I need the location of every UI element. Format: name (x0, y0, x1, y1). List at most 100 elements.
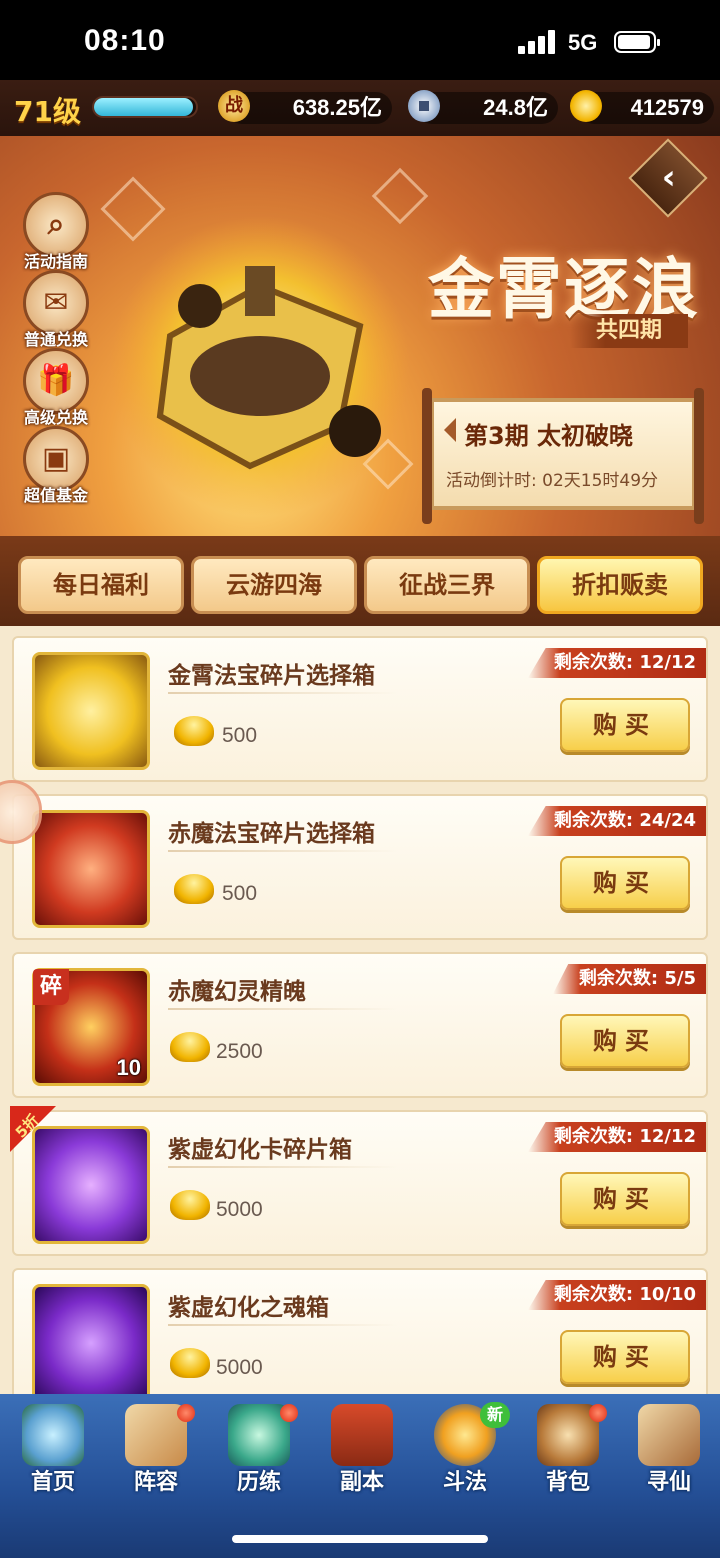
divider (168, 1166, 398, 1168)
buy-button[interactable]: 购买 (560, 1014, 690, 1068)
gold-ingot-icon (170, 1190, 210, 1220)
item-name: 赤魔幻灵精魄 (168, 979, 306, 1005)
buy-button[interactable]: 购买 (560, 1172, 690, 1226)
event-countdown: 活动倒计时: 02天15时49分 (446, 471, 659, 491)
nav-label: 副本 (339, 1470, 384, 1495)
fragment-badge: 碎 (33, 969, 69, 1005)
nav-formation[interactable]: 阵容 (105, 1394, 207, 1500)
list-item: 金霄法宝碎片选择箱 500 剩余次数: 12/12 购买 (12, 636, 708, 782)
coin-value: 24.8亿 (483, 95, 548, 120)
tab-bar: 每日福利 云游四海 征战三界 折扣贩卖 (0, 536, 720, 626)
divider (168, 1008, 398, 1010)
scroll-icon (638, 1404, 700, 1466)
gold-ingot-icon (174, 874, 214, 904)
coin-balance[interactable]: 24.8亿 (408, 90, 558, 124)
nav-label: 阵容 (133, 1470, 178, 1495)
nav-training[interactable]: 历练 (208, 1394, 310, 1500)
event-banner: ⌕ 活动指南 ✉ 普通兑换 🎁 高级兑换 ▣ 超值基金 ‹ 金霄逐浪 共四期 第… (0, 136, 720, 536)
gold-ingot-icon (174, 716, 214, 746)
guide-label: 活动指南 (23, 252, 88, 271)
nav-seek-immortal[interactable]: 寻仙 (618, 1394, 720, 1500)
bottom-nav: 首页 阵容 历练 副本 新 斗法 背包 寻仙 (0, 1394, 720, 1558)
shop-item-list: 金霄法宝碎片选择箱 500 剩余次数: 12/12 购买 赤魔法宝碎片选择箱 5… (0, 626, 720, 1394)
buy-button[interactable]: 购买 (560, 698, 690, 752)
battery-icon (614, 31, 660, 53)
signal-icon (518, 30, 556, 54)
nav-home[interactable]: 首页 (2, 1394, 104, 1500)
advanced-exchange-button[interactable]: 🎁 高级兑换 (20, 348, 92, 428)
combat-power: 战 638.25亿 (218, 90, 392, 124)
notification-dot (177, 1404, 195, 1422)
item-thumbnail[interactable] (32, 810, 150, 928)
remaining-count-badge: 剩余次数: 24/24 (527, 806, 706, 836)
gold-ingot-icon (170, 1032, 210, 1062)
nav-label: 斗法 (442, 1470, 487, 1495)
combat-power-value: 638.25亿 (292, 95, 382, 120)
nav-battle[interactable]: 新 斗法 (414, 1394, 516, 1500)
guide-button[interactable]: ⌕ 活动指南 (20, 192, 92, 272)
divider (168, 1324, 398, 1326)
ingot-value: 412579 (630, 95, 704, 120)
item-name: 赤魔法宝碎片选择箱 (168, 821, 375, 847)
status-bar: 08:10 5G (0, 0, 720, 80)
phase-prev-arrow-icon[interactable] (444, 418, 456, 442)
item-thumbnail[interactable]: 碎 10 (32, 968, 150, 1086)
item-price: 500 (222, 882, 258, 905)
tab-travel[interactable]: 云游四海 (191, 556, 357, 614)
advanced-exchange-label: 高级兑换 (23, 408, 88, 427)
gate-icon (331, 1404, 393, 1466)
divider (168, 850, 398, 852)
item-thumbnail[interactable] (32, 1284, 150, 1394)
event-subtitle: 共四期 (570, 314, 688, 348)
new-badge: 新 (480, 1402, 510, 1428)
value-fund-button[interactable]: ▣ 超值基金 (20, 426, 92, 506)
nav-label: 背包 (545, 1470, 590, 1495)
value-fund-label: 超值基金 (23, 486, 88, 505)
tab-campaign[interactable]: 征战三界 (364, 556, 530, 614)
home-mountain-icon (22, 1404, 84, 1466)
tab-discount-sale[interactable]: 折扣贩卖 (537, 556, 703, 614)
normal-exchange-button[interactable]: ✉ 普通兑换 (20, 270, 92, 350)
remaining-count-badge: 剩余次数: 12/12 (527, 1122, 706, 1152)
xp-bar-fill (94, 98, 193, 116)
nav-bag[interactable]: 背包 (517, 1394, 619, 1500)
network-type: 5G (568, 30, 598, 55)
list-item: 紫虚幻化之魂箱 5000 剩余次数: 10/10 购买 (12, 1268, 708, 1394)
ingot-balance[interactable]: 412579 (570, 90, 714, 124)
nav-label: 寻仙 (646, 1470, 691, 1495)
item-price: 5000 (216, 1198, 263, 1221)
phase-scroll: 第3期 太初破晓 活动倒计时: 02天15时49分 (422, 388, 704, 524)
item-thumbnail[interactable] (32, 652, 150, 770)
coin-icon (408, 90, 440, 122)
discount-badge: 5折 (10, 1106, 56, 1152)
buy-button[interactable]: 购买 (560, 1330, 690, 1384)
gold-ingot-icon (170, 1348, 210, 1378)
status-time: 08:10 (84, 24, 166, 57)
divider (168, 692, 398, 694)
nav-label: 首页 (30, 1470, 75, 1495)
list-item: 5折 紫虚幻化卡碎片箱 5000 剩余次数: 12/12 购买 (10, 1106, 708, 1256)
remaining-count-badge: 剩余次数: 5/5 (552, 964, 706, 994)
golden-treasure-artwork (110, 216, 410, 516)
player-level: 71级 (14, 95, 81, 128)
nav-label: 历练 (236, 1470, 281, 1495)
remaining-count-badge: 剩余次数: 10/10 (527, 1280, 706, 1310)
combat-power-icon: 战 (218, 90, 250, 122)
item-price: 500 (222, 724, 258, 747)
buy-button[interactable]: 购买 (560, 856, 690, 910)
back-arrow-icon: ‹ (661, 157, 676, 198)
tab-daily-welfare[interactable]: 每日福利 (18, 556, 184, 614)
nav-dungeon[interactable]: 副本 (311, 1394, 413, 1500)
item-name: 紫虚幻化之魂箱 (168, 1295, 329, 1321)
item-quantity: 10 (116, 1055, 141, 1080)
normal-exchange-label: 普通兑换 (23, 330, 88, 349)
notification-dot (280, 1404, 298, 1422)
item-price: 2500 (216, 1040, 263, 1063)
home-indicator[interactable] (232, 1535, 488, 1543)
item-price: 5000 (216, 1356, 263, 1379)
list-item: 赤魔法宝碎片选择箱 500 剩余次数: 24/24 购买 (12, 794, 708, 940)
gold-ingot-icon (570, 90, 602, 122)
phase-title: 第3期 太初破晓 (464, 422, 634, 450)
back-button[interactable]: ‹ (628, 138, 708, 218)
xp-bar (92, 96, 198, 118)
